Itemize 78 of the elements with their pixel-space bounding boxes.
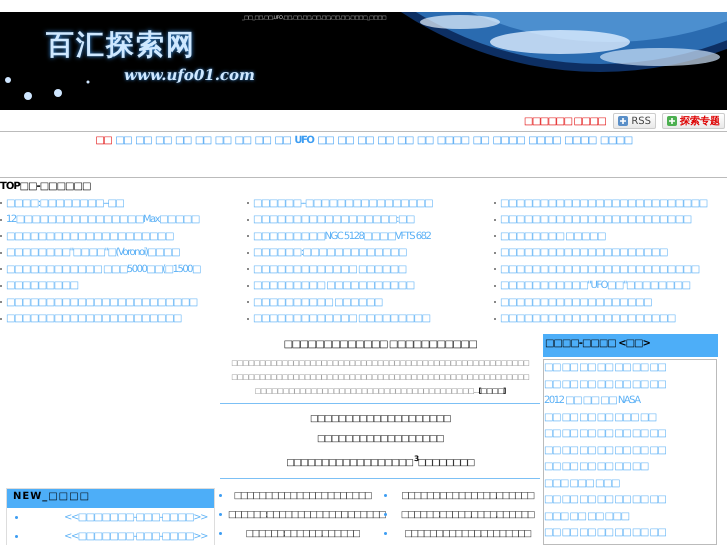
nav-link[interactable]: □□□□ <box>436 135 469 146</box>
article-link[interactable]: □□□□□□□□□ <box>6 280 78 292</box>
nav-link[interactable]: □□□□ <box>564 135 596 146</box>
nav-link[interactable]: □□ <box>357 135 374 146</box>
tag-link[interactable]: □□ □□ □□ □□ □□ □□ <box>544 461 716 478</box>
article-link[interactable]: □□□□□□□□□□□□□ □□□□□□□□□ <box>253 313 430 324</box>
tag-link[interactable]: □□□ □□ □□ □□□ <box>544 510 716 527</box>
article-link[interactable]: □□□□□□□□□NGC 5128□□□□VFTS 682 <box>253 230 430 242</box>
tag-link[interactable]: □□ □□ □□ □□ □□ □□ □□ <box>544 362 716 378</box>
notice-text: □□□□□□ □□□□ <box>524 116 606 126</box>
nav-link[interactable]: □□ <box>155 135 171 146</box>
nav-link[interactable]: □□ <box>115 135 132 146</box>
article-link[interactable]: □□□□□□□□□□□□□□□□□□□□□□ <box>500 313 675 324</box>
nav-link[interactable]: □□ <box>194 135 211 146</box>
site-url: www.ufo01.com <box>124 66 255 84</box>
nav-link[interactable]: □□ <box>135 135 152 146</box>
article-link[interactable]: □□□□□□:□□□□□□,□□□□□□□□ <box>393 528 541 538</box>
tag-link[interactable]: □□ □□ □□ □□ □□ □□ □□ <box>544 527 716 544</box>
article-link[interactable]: □□□□□□□□□□□□□ □□□□□□ <box>253 264 406 275</box>
article-link[interactable]: □□□□□□□□□□□□ □□□5000□□(□1500□ <box>6 264 200 275</box>
nav-link[interactable]: □□□□ <box>492 135 524 146</box>
nav-link[interactable]: □□ <box>234 135 251 146</box>
article-link[interactable]: □□□□□□□□□□□□□□□□□□□□□□□□□□ <box>500 198 707 209</box>
article-link[interactable]: □□□□□□:□□□□□,□□□□,□□□□□□ <box>393 510 541 520</box>
article-link[interactable]: □□□□□□□□□□□□□□□□□□□□□□□□□ <box>500 264 699 275</box>
article-link[interactable]: □□□□□□□□□□□□□□□□□□□□□ <box>500 247 667 258</box>
tag-link[interactable]: 2012 □□ □□ □□ NASA <box>544 395 716 412</box>
nav-link[interactable]: □□ <box>254 135 270 146</box>
article-link[interactable]: □□□□□□□□□□□"UFO□□"□□□□□□□□ <box>500 280 690 292</box>
article-link[interactable]: □□□□□□□□□□□□□□□□□□□□□□□□ <box>500 214 691 226</box>
nav-link[interactable]: □□ <box>95 135 112 146</box>
nav-link[interactable]: □□ <box>337 135 354 146</box>
tag-link[interactable]: □□ □□ □□ □□ □□ □□ □□ <box>544 378 716 395</box>
feature-headline: □□□□□□□□□□□□□ □□□□□□□□□□□ <box>284 339 476 350</box>
article-link[interactable]: □□□□□□--□□□□□□□□□□□□□□□□ <box>253 198 432 209</box>
article-link[interactable]: □□□□□□□□□ □□□□□□□□□□□ <box>253 280 414 292</box>
section-title: TOP□□-□□□□□□ <box>0 181 92 192</box>
box-title: NEW_□□□□ <box>7 489 214 508</box>
article-link[interactable]: 12□□□□□□□□□□□□□□□□Max□□□□□ <box>6 214 199 226</box>
headline-link[interactable]: □□□□□□□□□□□□□□□□□□□□ <box>310 409 450 429</box>
rss-button[interactable]: RSS <box>613 113 656 129</box>
article-link[interactable]: □□□□□□□□□□□□□□□□□□□□□□ <box>228 490 376 500</box>
tag-link[interactable]: □□□ □□□ □□□ <box>544 478 716 494</box>
article-link[interactable]: □□□□□□□□□□□□□□□□□□□□□ <box>6 230 173 242</box>
nav-link[interactable]: □□ <box>472 135 488 146</box>
article-link[interactable]: □□□□:□□□□□□□□--□□ <box>6 198 124 209</box>
nav-link[interactable]: □□ <box>214 135 231 146</box>
nav-link[interactable]: □□ <box>377 135 393 146</box>
nav-link[interactable]: □□ <box>174 135 191 146</box>
nav-link[interactable]: UFO <box>294 135 314 146</box>
article-link[interactable]: □□□□□□□□"□□□□"□(Voronoi)□□□□ <box>6 247 180 258</box>
article-link[interactable]: □□□□□□:□□□□□□□□□,□□□□□□ <box>393 490 541 500</box>
tag-link[interactable]: □□ □□ □□ □□ □□ □□ □□ <box>544 494 716 510</box>
article-link[interactable]: □□□□□□□□□□□□□□□□□□□□□□□□ <box>6 296 197 308</box>
article-link[interactable]: □□□□□□□□□□ □□□□□□ <box>253 296 382 308</box>
article-link[interactable]: □□□□□□□□□□□□□□□□□□□ <box>500 296 652 308</box>
topic-button[interactable]: 探索专题 <box>662 113 725 129</box>
tag-link[interactable]: □□ □□ □□ □□ □□□ □□ <box>544 412 716 428</box>
nav-link[interactable]: □□□□ <box>600 135 632 146</box>
nav-link[interactable]: □□ <box>396 135 413 146</box>
box-title: □□□□-□□□□ <□□> <box>543 334 718 357</box>
nav-link[interactable]: □□ <box>317 135 334 146</box>
article-link[interactable]: □□□□□□□□ □□□□□ <box>500 230 606 242</box>
article-link[interactable]: □□□□□□□□□□□□□□□□□□□□□□ <box>6 313 181 324</box>
headline-link[interactable]: □□□□□□□□□□□□□□□□□□ $^{3}$□□□□□□□□ <box>286 449 474 473</box>
article-link[interactable]: □□□□□□:□□□□□□□□□□□□□ <box>253 247 406 258</box>
article-link[interactable]: □□□□□□:□□□□□□,□□□□□□ <box>228 528 376 538</box>
article-link[interactable]: □□□□□□:□□□□□□□□□□□□□,□□□□□□ <box>228 510 384 520</box>
article-link[interactable]: <<□□□□□□□-□□□-□□□□>> <box>64 512 208 523</box>
tag-link[interactable]: □□ □□ □□ □□ □□ □□ □□ <box>544 444 716 461</box>
article-link[interactable]: □□□□□□□□□□□□□□□□□□:□□ <box>253 214 414 226</box>
nav-link[interactable]: □□ <box>416 135 433 146</box>
site-logo: 百汇探索网 <box>46 27 196 63</box>
nav-link[interactable]: □□ <box>274 135 290 146</box>
article-link[interactable]: <<□□□□□□□-□□□-□□□□>> <box>64 531 208 542</box>
nav-link[interactable]: □□□□ <box>528 135 560 146</box>
tag-link[interactable]: □□ □□ □□ □□ □□ □□ □□ <box>544 428 716 444</box>
headline-link[interactable]: □□□□□□□□□□□□□□□□□□ <box>316 429 444 449</box>
